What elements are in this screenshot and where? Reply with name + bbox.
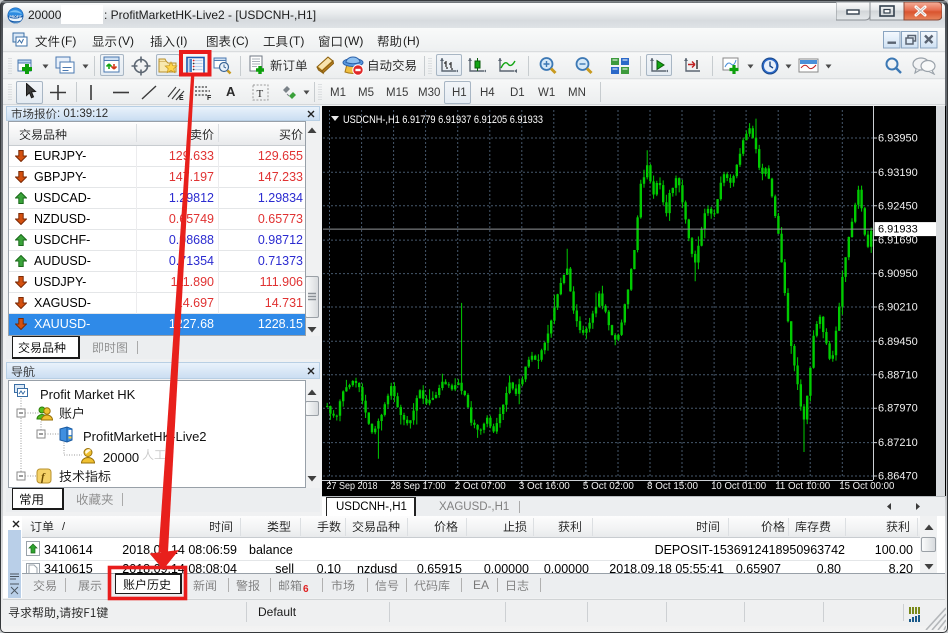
svg-text:28 Sep 17:00: 28 Sep 17:00 xyxy=(391,481,446,492)
svg-text:10 Oct 01:00: 10 Oct 01:00 xyxy=(711,481,766,492)
svg-text:6.92450: 6.92450 xyxy=(878,200,918,212)
svg-text:6.91933: 6.91933 xyxy=(878,224,918,236)
svg-text:3 Oct 16:00: 3 Oct 16:00 xyxy=(519,481,570,492)
svg-text:6.90210: 6.90210 xyxy=(878,302,918,314)
svg-text:11 Oct 10:00: 11 Oct 10:00 xyxy=(775,481,830,492)
svg-text:15 Oct 00:00: 15 Oct 00:00 xyxy=(839,481,894,492)
svg-text:F: F xyxy=(207,95,212,101)
svg-text:6.91690: 6.91690 xyxy=(878,235,918,247)
svg-text:8 Oct 15:00: 8 Oct 15:00 xyxy=(647,481,698,492)
svg-text:5 Oct 02:00: 5 Oct 02:00 xyxy=(583,481,634,492)
svg-text:27 Sep 2018: 27 Sep 2018 xyxy=(327,481,378,492)
svg-text:T: T xyxy=(257,88,264,100)
svg-text:6.93950: 6.93950 xyxy=(878,133,918,145)
svg-text:6.90950: 6.90950 xyxy=(878,268,918,280)
svg-text:2 Oct 07:00: 2 Oct 07:00 xyxy=(455,481,506,492)
svg-text:PROFIT: PROFIT xyxy=(9,15,22,19)
svg-text:6.87970: 6.87970 xyxy=(878,403,918,415)
svg-text:6.89450: 6.89450 xyxy=(878,336,918,348)
svg-text:6.87210: 6.87210 xyxy=(878,437,918,449)
svg-text:6.93190: 6.93190 xyxy=(878,167,918,179)
svg-text:USDCNH-,H1 6.91779 6.91937 6.: USDCNH-,H1 6.91779 6.91937 6.91205 6.919… xyxy=(343,114,543,126)
svg-text:E: E xyxy=(179,95,184,101)
svg-text:6.88710: 6.88710 xyxy=(878,369,918,381)
